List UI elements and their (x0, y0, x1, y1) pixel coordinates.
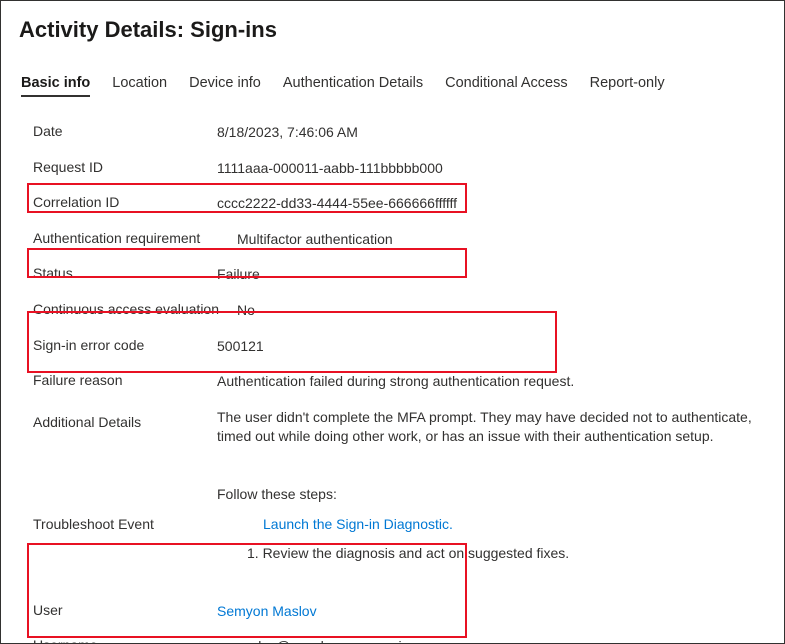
label-username: Username (33, 637, 217, 644)
label-request-id: Request ID (33, 159, 217, 175)
value-request-id: 1111aaa-000011-aabb-111bbbbb000 (217, 159, 766, 179)
details-table: Date 8/18/2023, 7:46:06 AM Request ID 11… (19, 115, 766, 644)
row-troubleshoot: Troubleshoot Event Follow these steps: L… (33, 477, 766, 572)
row-username: Username semaslov@woodgrovegroceries.com (33, 629, 766, 644)
tab-basic-info[interactable]: Basic info (21, 75, 90, 97)
row-error-code: Sign-in error code 500121 (33, 329, 766, 365)
label-user: User (33, 602, 217, 618)
value-username: semaslov@woodgrovegroceries.com (217, 637, 766, 644)
label-troubleshoot: Troubleshoot Event (33, 516, 217, 532)
tab-bar: Basic info Location Device info Authenti… (19, 75, 766, 97)
value-error-code: 500121 (217, 337, 766, 357)
tab-device-info[interactable]: Device info (189, 75, 261, 97)
row-date: Date 8/18/2023, 7:46:06 AM (33, 115, 766, 151)
value-additional-details: The user didn't complete the MFA prompt.… (217, 408, 766, 447)
value-date: 8/18/2023, 7:46:06 AM (217, 123, 766, 143)
label-status: Status (33, 265, 217, 281)
value-correlation-id: cccc2222-dd33-4444-55ee-666666ffffff (217, 194, 766, 214)
page-title: Activity Details: Sign-ins (19, 17, 766, 43)
label-correlation-id: Correlation ID (33, 194, 217, 210)
row-status: Status Failure (33, 257, 766, 293)
troubleshoot-follow-text: Follow these steps: (217, 485, 766, 505)
value-status: Failure (217, 265, 766, 285)
row-failure-reason: Failure reason Authentication failed dur… (33, 364, 766, 400)
value-auth-requirement: Multifactor authentication (237, 230, 766, 250)
tab-location[interactable]: Location (112, 75, 167, 97)
tab-authentication-details[interactable]: Authentication Details (283, 75, 423, 97)
label-failure-reason: Failure reason (33, 372, 217, 388)
row-auth-requirement: Authentication requirement Multifactor a… (33, 222, 766, 258)
value-failure-reason: Authentication failed during strong auth… (217, 372, 766, 392)
row-request-id: Request ID 1111aaa-000011-aabb-111bbbbb0… (33, 151, 766, 187)
tab-report-only[interactable]: Report-only (590, 75, 665, 97)
troubleshoot-step-1: 1. Review the diagnosis and act on sugge… (247, 544, 766, 564)
row-user: User Semyon Maslov (33, 594, 766, 630)
label-additional-details: Additional Details (33, 408, 217, 430)
label-date: Date (33, 123, 217, 139)
launch-signin-diagnostic-link[interactable]: Launch the Sign-in Diagnostic. (263, 515, 766, 535)
tab-conditional-access[interactable]: Conditional Access (445, 75, 568, 97)
row-additional-details: Additional Details The user didn't compl… (33, 400, 766, 455)
row-cae: Continuous access evaluation No (33, 293, 766, 329)
row-correlation-id: Correlation ID cccc2222-dd33-4444-55ee-6… (33, 186, 766, 222)
value-user-link[interactable]: Semyon Maslov (217, 602, 766, 622)
label-auth-requirement: Authentication requirement (33, 230, 237, 246)
value-cae: No (237, 301, 766, 321)
value-troubleshoot: Follow these steps: Launch the Sign-in D… (217, 485, 766, 564)
activity-details-panel: Activity Details: Sign-ins Basic info Lo… (0, 0, 785, 644)
label-error-code: Sign-in error code (33, 337, 217, 353)
label-cae: Continuous access evaluation (33, 301, 237, 317)
